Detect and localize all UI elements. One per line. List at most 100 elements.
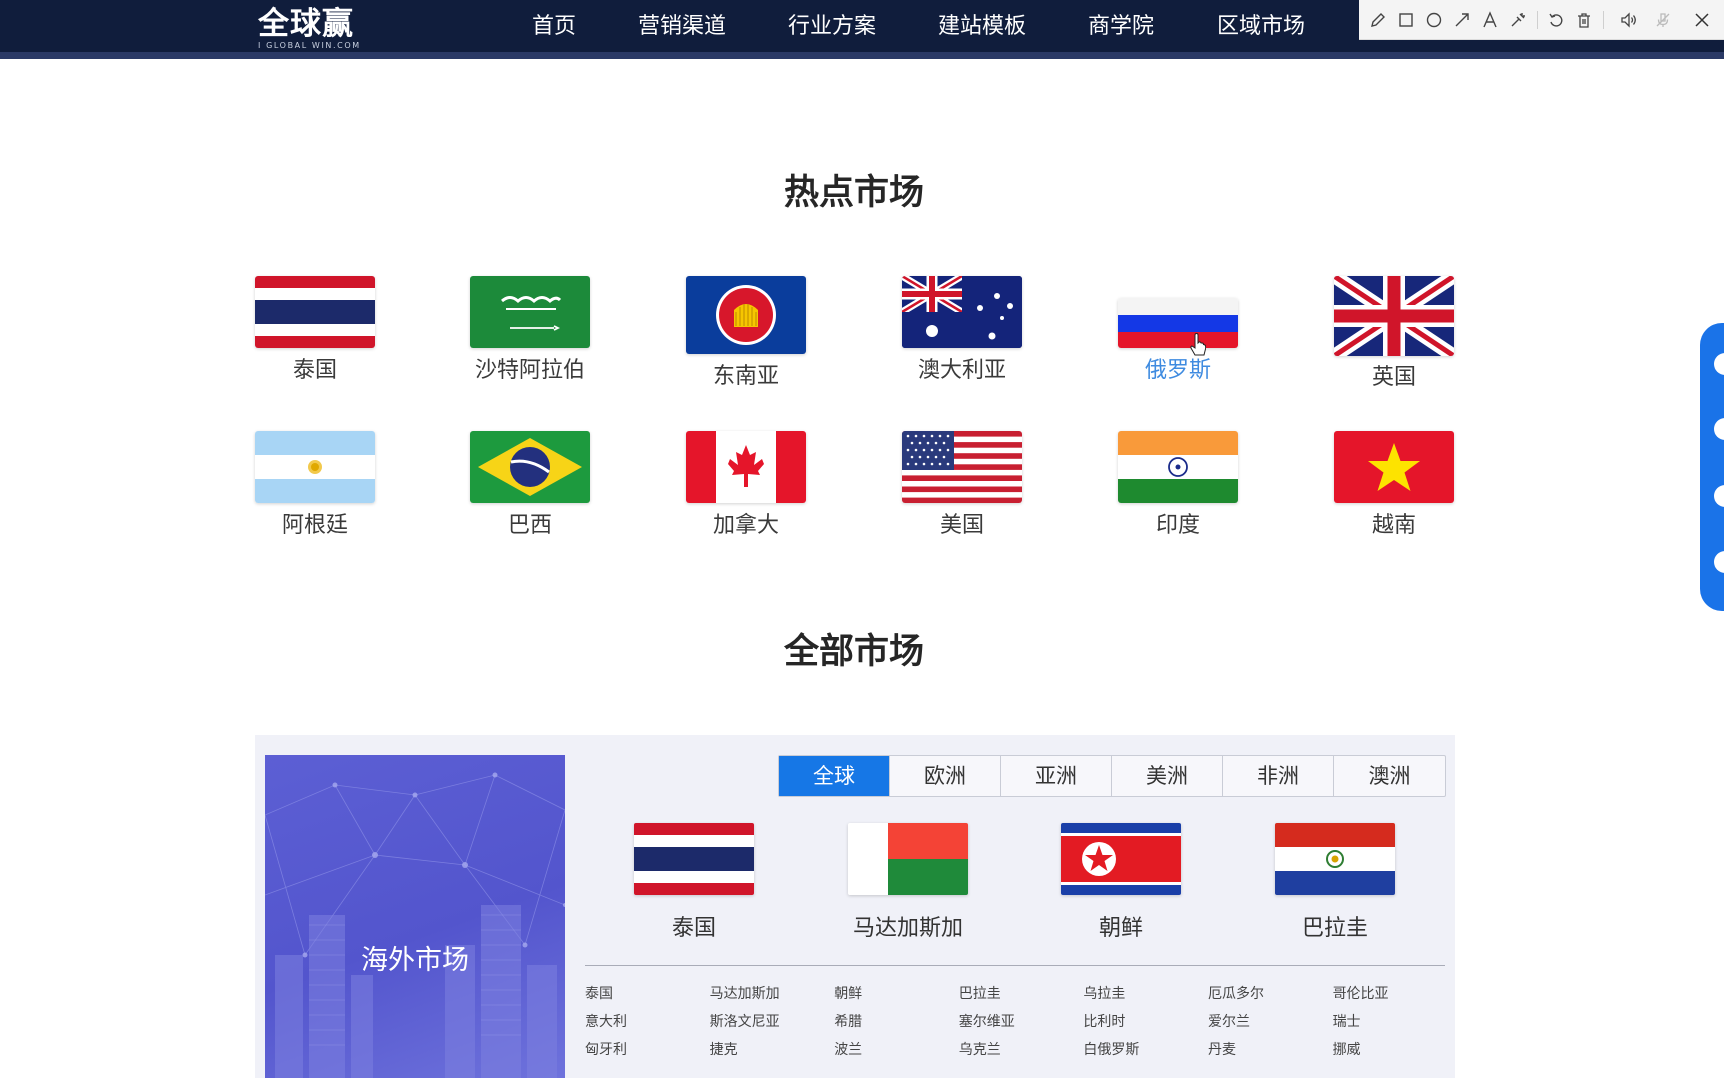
country-link[interactable]: 乌克兰 xyxy=(959,1041,1084,1069)
country-link[interactable]: 丹麦 xyxy=(1208,1041,1333,1069)
hot-market-argentina[interactable]: 阿根廷 xyxy=(240,431,390,538)
region-tabs: 全球 欧洲 亚洲 美洲 非洲 澳洲 xyxy=(778,755,1446,797)
featured-market-madagascar[interactable]: 马达加斯加 xyxy=(828,823,988,942)
north-korea-flag-icon xyxy=(1061,823,1181,895)
hot-market-saudi-arabia[interactable]: 沙特阿拉伯 xyxy=(455,276,605,383)
hot-market-brazil[interactable]: 巴西 xyxy=(455,431,605,538)
logo-subtext: I GLOBAL WIN.COM xyxy=(258,41,361,50)
country-link[interactable]: 意大利 xyxy=(585,1013,710,1041)
country-link[interactable]: 朝鲜 xyxy=(834,985,959,1013)
country-link[interactable]: 斯洛文尼亚 xyxy=(710,1013,835,1041)
thailand-flag-icon xyxy=(634,823,754,895)
phone-icon[interactable] xyxy=(1714,353,1724,375)
country-link[interactable]: 挪威 xyxy=(1333,1041,1458,1069)
featured-market-thailand[interactable]: 泰国 xyxy=(614,823,774,942)
country-link[interactable]: 匈牙利 xyxy=(585,1041,710,1069)
close-icon[interactable] xyxy=(1688,6,1716,34)
market-label: 巴西 xyxy=(507,513,552,538)
russia-flag-icon xyxy=(1118,298,1238,348)
highlighter-icon[interactable] xyxy=(1504,6,1532,34)
featured-market-label: 巴拉圭 xyxy=(1301,916,1368,941)
nav-industry-solutions[interactable]: 行业方案 xyxy=(788,0,876,52)
nav-regional-markets[interactable]: 区域市场 xyxy=(1217,0,1305,52)
country-link[interactable]: 厄瓜多尔 xyxy=(1208,985,1333,1013)
site-logo[interactable]: 全球赢 I GLOBAL WIN.COM xyxy=(258,7,361,51)
back-to-top-icon[interactable] xyxy=(1714,551,1724,573)
speaker-icon[interactable] xyxy=(1614,6,1642,34)
market-label: 俄罗斯 xyxy=(1144,358,1211,383)
tab-global[interactable]: 全球 xyxy=(779,756,890,796)
featured-market-label: 朝鲜 xyxy=(1098,916,1143,941)
pencil-icon[interactable] xyxy=(1364,6,1392,34)
united-kingdom-flag-icon xyxy=(1334,276,1454,356)
australia-flag-icon xyxy=(902,276,1022,348)
india-flag-icon xyxy=(1118,431,1238,503)
toolbar-separator xyxy=(1537,11,1538,29)
hot-market-united-states[interactable]: 美国 xyxy=(887,431,1037,538)
featured-market-paraguay[interactable]: 巴拉圭 xyxy=(1255,823,1415,942)
rectangle-icon[interactable] xyxy=(1392,6,1420,34)
undo-icon[interactable] xyxy=(1542,6,1570,34)
paraguay-flag-icon xyxy=(1275,823,1395,895)
network-pattern-image xyxy=(265,772,565,1078)
tab-americas[interactable]: 美洲 xyxy=(1112,756,1223,796)
country-link[interactable]: 瑞士 xyxy=(1333,1013,1458,1041)
annotation-toolbar xyxy=(1359,0,1724,40)
hot-market-asean[interactable]: 东南亚 xyxy=(671,276,821,389)
nav-site-templates[interactable]: 建站模板 xyxy=(938,0,1026,52)
country-link[interactable]: 乌拉圭 xyxy=(1083,985,1208,1013)
country-link[interactable]: 泰国 xyxy=(585,985,710,1013)
market-label: 越南 xyxy=(1371,513,1416,538)
hot-market-australia[interactable]: 澳大利亚 xyxy=(887,276,1037,383)
country-link[interactable]: 哥伦比亚 xyxy=(1333,985,1458,1013)
featured-market-north-korea[interactable]: 朝鲜 xyxy=(1041,823,1201,942)
tab-asia[interactable]: 亚洲 xyxy=(1001,756,1112,796)
overseas-market-banner[interactable] xyxy=(265,755,565,1078)
section-divider xyxy=(585,965,1445,966)
trash-icon[interactable] xyxy=(1570,6,1598,34)
united-states-flag-icon xyxy=(902,431,1022,503)
market-label: 美国 xyxy=(939,513,984,538)
chat-icon[interactable] xyxy=(1714,418,1724,440)
message-icon[interactable] xyxy=(1714,485,1724,507)
nav-business-school[interactable]: 商学院 xyxy=(1088,0,1154,52)
arrow-icon[interactable] xyxy=(1448,6,1476,34)
hand-cursor-icon xyxy=(1190,333,1206,356)
circle-icon[interactable] xyxy=(1420,6,1448,34)
floating-contact-widget xyxy=(1700,323,1724,611)
text-icon[interactable] xyxy=(1476,6,1504,34)
country-link[interactable]: 波兰 xyxy=(834,1041,959,1069)
hot-market-russia[interactable]: 俄罗斯 xyxy=(1103,276,1253,383)
market-label: 加拿大 xyxy=(712,513,779,538)
all-markets-title: 全部市场 xyxy=(783,632,924,672)
madagascar-flag-icon xyxy=(848,823,968,895)
nav-marketing-channels[interactable]: 营销渠道 xyxy=(638,0,726,52)
country-link[interactable]: 爱尔兰 xyxy=(1208,1013,1333,1041)
hot-market-vietnam[interactable]: 越南 xyxy=(1319,431,1469,538)
country-link[interactable]: 马达加斯加 xyxy=(710,985,835,1013)
tab-europe[interactable]: 欧洲 xyxy=(890,756,1001,796)
brazil-flag-icon xyxy=(470,431,590,503)
nav-home[interactable]: 首页 xyxy=(532,0,576,52)
country-link[interactable]: 巴拉圭 xyxy=(959,985,1084,1013)
hot-market-india[interactable]: 印度 xyxy=(1103,431,1253,538)
logo-text: 全球赢 xyxy=(258,6,354,42)
market-label: 东南亚 xyxy=(712,364,779,389)
hot-market-canada[interactable]: 加拿大 xyxy=(671,431,821,538)
hot-market-united-kingdom[interactable]: 英国 xyxy=(1319,276,1469,390)
market-label: 澳大利亚 xyxy=(917,358,1006,383)
country-link[interactable]: 比利时 xyxy=(1083,1013,1208,1041)
market-label: 沙特阿拉伯 xyxy=(474,358,585,383)
featured-market-label: 泰国 xyxy=(671,916,716,941)
country-link[interactable]: 塞尔维亚 xyxy=(959,1013,1084,1041)
country-link[interactable]: 希腊 xyxy=(834,1013,959,1041)
argentina-flag-icon xyxy=(255,431,375,503)
country-link[interactable]: 白俄罗斯 xyxy=(1083,1041,1208,1069)
country-link[interactable]: 捷克 xyxy=(710,1041,835,1069)
canada-flag-icon xyxy=(686,431,806,503)
toolbar-separator xyxy=(1603,11,1604,29)
hot-market-thailand[interactable]: 泰国 xyxy=(240,276,390,383)
tab-africa[interactable]: 非洲 xyxy=(1223,756,1334,796)
microphone-muted-icon[interactable] xyxy=(1649,6,1677,34)
tab-oceania[interactable]: 澳洲 xyxy=(1334,756,1445,796)
